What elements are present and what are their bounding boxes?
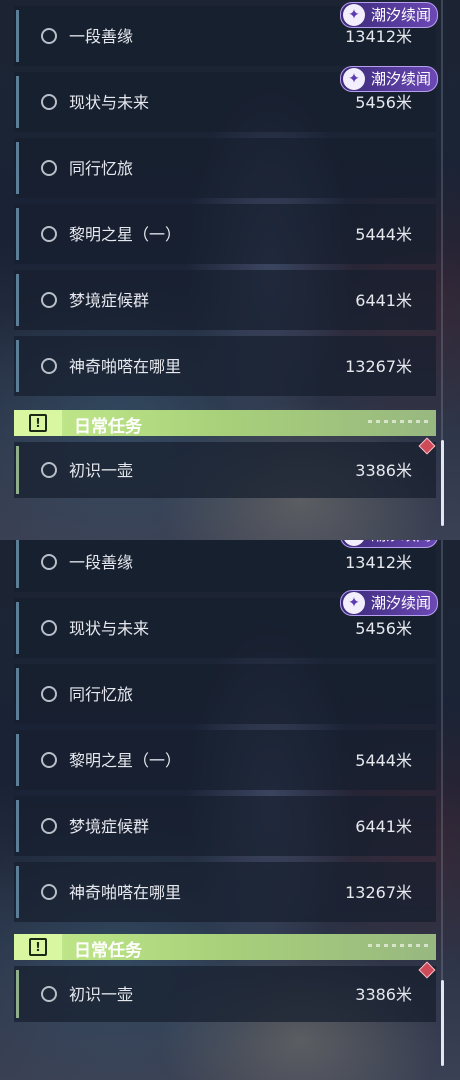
quest-item[interactable]: 黎明之星（一） 5444米 — [14, 204, 436, 264]
section-decoration — [368, 944, 428, 947]
track-radio[interactable] — [41, 554, 57, 570]
quest-name: 现状与未来 — [69, 619, 150, 638]
quest-tracker-panel: 一段善缘 13412米 现状与未来 5456米 同行忆旅 黎明之星（一） 544… — [0, 540, 460, 1080]
quest-accent-bar — [16, 76, 19, 128]
quest-accent-bar — [16, 340, 19, 392]
section-title: 日常任务 — [74, 941, 142, 961]
daily-section-header: ! 日常任务 — [14, 934, 436, 961]
track-radio[interactable] — [41, 292, 57, 308]
quest-distance: 5444米 — [355, 225, 412, 244]
tidal-quest-icon: ✦ — [342, 4, 365, 26]
quest-distance: 5456米 — [355, 93, 412, 112]
quest-accent-bar — [16, 668, 19, 720]
quest-item[interactable]: 梦境症候群 6441米 — [14, 796, 436, 856]
quest-distance: 13412米 — [345, 553, 412, 572]
tidal-badge: ✦ 潮汐续闻 — [339, 540, 438, 548]
quest-item[interactable]: 神奇啪嗒在哪里 13267米 — [14, 336, 436, 396]
quest-accent-bar — [16, 446, 19, 494]
quest-name: 梦境症候群 — [69, 817, 150, 836]
quest-tracker-panel: 一段善缘 13412米 现状与未来 5456米 同行忆旅 黎明之星（一） 544… — [0, 0, 460, 540]
section-decoration — [368, 420, 428, 423]
daily-quest-item[interactable]: 初识一壶 3386米 — [14, 966, 436, 1022]
track-radio[interactable] — [41, 818, 57, 834]
quest-accent-bar — [16, 208, 19, 260]
track-radio[interactable] — [41, 620, 57, 636]
daily-section-header: ! 日常任务 — [14, 410, 436, 437]
quest-accent-bar — [16, 602, 19, 654]
quest-name: 同行忆旅 — [69, 685, 134, 704]
quest-distance: 5456米 — [355, 619, 412, 638]
track-radio[interactable] — [41, 28, 57, 44]
quest-name: 梦境症候群 — [69, 291, 150, 310]
track-radio[interactable] — [41, 160, 57, 176]
quest-name: 一段善缘 — [69, 553, 134, 572]
track-radio[interactable] — [41, 462, 57, 478]
quest-distance: 3386米 — [355, 985, 412, 1004]
quest-item[interactable]: 神奇啪嗒在哪里 13267米 — [14, 862, 436, 922]
quest-name: 黎明之星（一） — [69, 225, 182, 244]
quest-accent-bar — [16, 866, 19, 918]
tidal-quest-icon: ✦ — [342, 68, 365, 90]
tidal-badge: ✦ 潮汐续闻 — [339, 590, 438, 616]
tidal-badge: ✦ 潮汐续闻 — [339, 2, 438, 28]
quest-name: 初识一壶 — [69, 461, 134, 480]
track-radio[interactable] — [41, 226, 57, 242]
quest-distance: 5444米 — [355, 751, 412, 770]
tidal-quest-icon: ✦ — [342, 592, 365, 614]
badge-label: 潮汐续闻 — [370, 6, 431, 24]
track-radio[interactable] — [41, 358, 57, 374]
badge-label: 潮汐续闻 — [370, 594, 431, 612]
tidal-badge: ✦ 潮汐续闻 — [339, 66, 438, 92]
quest-distance: 13267米 — [345, 357, 412, 376]
quest-distance: 6441米 — [355, 817, 412, 836]
quest-accent-bar — [16, 800, 19, 852]
quest-accent-bar — [16, 274, 19, 326]
quest-name: 同行忆旅 — [69, 159, 134, 178]
quest-accent-bar — [16, 10, 19, 62]
exclamation-icon: ! — [14, 410, 62, 436]
quest-distance: 13267米 — [345, 883, 412, 902]
badge-label: 潮汐续闻 — [371, 540, 431, 544]
track-radio[interactable] — [41, 94, 57, 110]
daily-quest-item[interactable]: 初识一壶 3386米 — [14, 442, 436, 498]
quest-name: 初识一壶 — [69, 985, 134, 1004]
section-title: 日常任务 — [74, 417, 142, 437]
exclamation-icon: ! — [14, 934, 62, 960]
quest-item[interactable]: 同行忆旅 — [14, 138, 436, 198]
track-radio[interactable] — [41, 686, 57, 702]
quest-name: 神奇啪嗒在哪里 — [69, 357, 182, 376]
quest-accent-bar — [16, 142, 19, 194]
quest-item[interactable]: 黎明之星（一） 5444米 — [14, 730, 436, 790]
quest-name: 神奇啪嗒在哪里 — [69, 883, 182, 902]
quest-item[interactable]: 梦境症候群 6441米 — [14, 270, 436, 330]
scrollbar-thumb[interactable] — [441, 980, 444, 1066]
quest-name: 黎明之星（一） — [69, 751, 182, 770]
quest-name: 现状与未来 — [69, 93, 150, 112]
tidal-quest-icon: ✦ — [342, 540, 365, 546]
quest-item[interactable]: 同行忆旅 — [14, 664, 436, 724]
quest-distance: 3386米 — [355, 461, 412, 480]
track-radio[interactable] — [41, 986, 57, 1002]
quest-accent-bar — [16, 734, 19, 786]
track-radio[interactable] — [41, 752, 57, 768]
quest-accent-bar — [16, 540, 19, 588]
badge-label: 潮汐续闻 — [370, 70, 431, 88]
track-radio[interactable] — [41, 884, 57, 900]
quest-accent-bar — [16, 970, 19, 1018]
quest-distance: 6441米 — [355, 291, 412, 310]
quest-name: 一段善缘 — [69, 27, 134, 46]
scrollbar-thumb[interactable] — [441, 440, 444, 526]
